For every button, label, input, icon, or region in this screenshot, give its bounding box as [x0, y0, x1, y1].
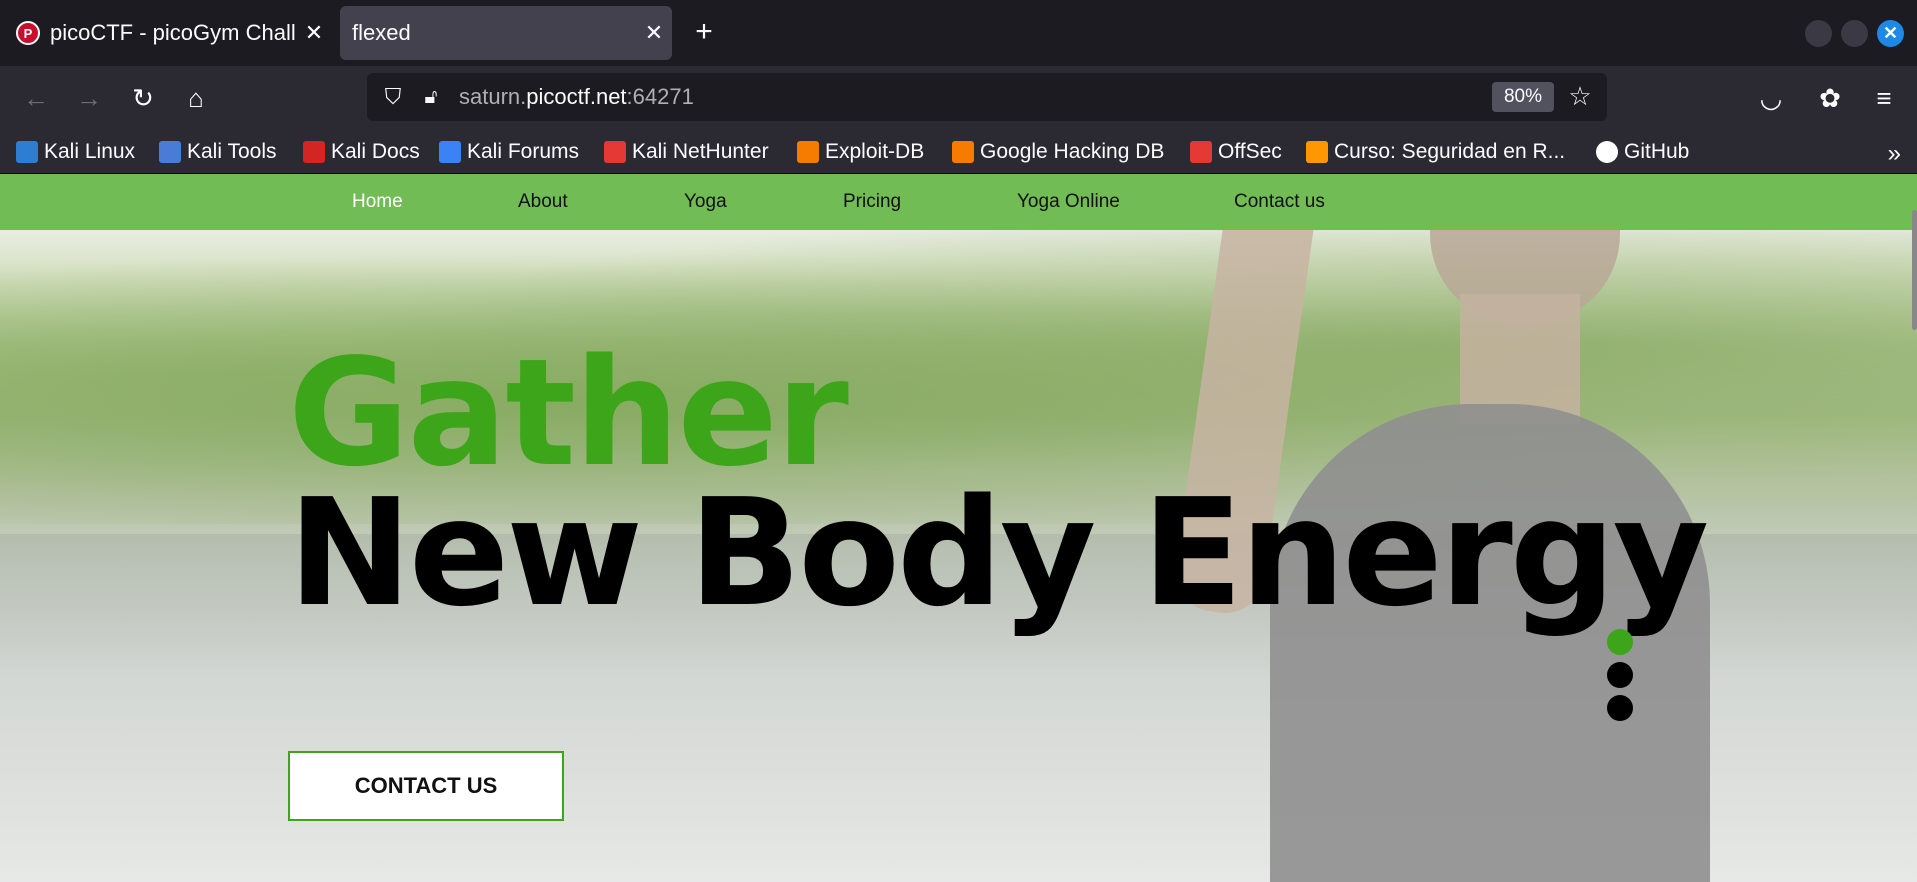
bookmark-kali-nethunter[interactable]: Kali NetHunter	[604, 136, 769, 168]
menu-icon[interactable]: ≡	[1866, 80, 1902, 116]
bookmark-label: Exploit-DB	[825, 140, 925, 163]
new-tab-button[interactable]: +	[686, 14, 722, 50]
tab-strip: P picoCTF - picoGym Chall ✕ flexed ✕ + ✕	[0, 0, 1917, 66]
extensions-icon[interactable]: ✿	[1812, 80, 1848, 116]
back-arrow-icon[interactable]: ←	[18, 80, 54, 116]
bookmark-label: Kali Forums	[467, 140, 580, 163]
bookmark-label: Kali NetHunter	[632, 140, 769, 163]
nav-home[interactable]: Home	[352, 191, 403, 213]
slider-dot-2[interactable]	[1607, 662, 1633, 688]
bookmark-kali-linux[interactable]: Kali Linux	[16, 136, 135, 168]
more-bookmarks-chevron-icon[interactable]: »	[1888, 140, 1901, 168]
zoom-level-badge[interactable]: 80%	[1492, 82, 1554, 112]
bookmark-label: Kali Tools	[187, 140, 277, 163]
close-window-button[interactable]: ✕	[1877, 20, 1904, 47]
google-hacking-db-icon	[952, 141, 974, 163]
tab-title: picoCTF - picoGym Chall	[50, 20, 296, 45]
nav-yoga-online[interactable]: Yoga Online	[1017, 191, 1120, 213]
kali-nethunter-icon	[604, 141, 626, 163]
minimize-window-button[interactable]	[1805, 20, 1832, 47]
nav-contact-us[interactable]: Contact us	[1234, 191, 1325, 213]
exploit-db-icon	[797, 141, 819, 163]
maximize-window-button[interactable]	[1841, 20, 1868, 47]
page-scrollbar[interactable]	[1912, 210, 1917, 330]
kali-tools-icon	[159, 141, 181, 163]
insecure-lock-icon[interactable]: 🔓︎	[415, 81, 447, 113]
bookmark-label: Curso: Seguridad en R...	[1334, 140, 1566, 163]
kali-docs-icon	[303, 141, 325, 163]
tab-title: flexed	[352, 20, 411, 45]
bookmark-label: OffSec	[1218, 140, 1282, 163]
bookmarks-toolbar: Kali Linux Kali Tools Kali Docs Kali For…	[0, 130, 1917, 174]
web-page: Home About Yoga Pricing Yoga Online Cont…	[0, 174, 1917, 882]
slider-dot-1[interactable]	[1607, 629, 1633, 655]
bookmark-offsec[interactable]: OffSec	[1190, 136, 1282, 168]
nav-pricing[interactable]: Pricing	[843, 191, 901, 213]
bookmark-curso-seguridad[interactable]: Curso: Seguridad en R...	[1306, 136, 1565, 168]
hero-headline-new-body-energy: New Body Energy	[288, 467, 1709, 639]
tracking-protection-shield-icon[interactable]: ⛉	[377, 81, 409, 113]
picoctf-favicon-icon: P	[16, 21, 40, 45]
nav-yoga[interactable]: Yoga	[684, 191, 727, 213]
bookmark-exploit-db[interactable]: Exploit-DB	[797, 136, 924, 168]
offsec-icon	[1190, 141, 1212, 163]
site-navigation: Home About Yoga Pricing Yoga Online Cont…	[0, 174, 1917, 230]
forward-arrow-icon[interactable]: →	[71, 80, 107, 116]
curso-icon	[1306, 141, 1328, 163]
hero-headline-gather: Gather	[288, 327, 849, 499]
browser-window: P picoCTF - picoGym Chall ✕ flexed ✕ + ✕…	[0, 0, 1917, 882]
bookmark-label: Kali Docs	[331, 140, 420, 163]
contact-us-button[interactable]: CONTACT US	[288, 751, 564, 821]
reload-icon[interactable]: ↻	[125, 80, 161, 116]
url-port: :64271	[626, 84, 694, 109]
tab-picoctf[interactable]: P picoCTF - picoGym Chall ✕	[6, 6, 332, 60]
kali-dragon-icon	[16, 141, 38, 163]
address-bar[interactable]: ⛉ 🔓︎ saturn.picoctf.net:64271 80% ☆	[367, 73, 1607, 121]
kali-forums-icon	[439, 141, 461, 163]
bookmark-github[interactable]: GitHub	[1596, 136, 1689, 168]
close-tab-icon[interactable]: ✕	[636, 20, 672, 46]
nav-about[interactable]: About	[518, 191, 568, 213]
bookmark-label: Kali Linux	[44, 140, 136, 163]
bookmark-label: Google Hacking DB	[980, 140, 1165, 163]
bookmark-kali-docs[interactable]: Kali Docs	[303, 136, 420, 168]
github-icon	[1596, 141, 1618, 163]
url-text[interactable]: saturn.picoctf.net:64271	[459, 84, 694, 110]
slider-dot-3[interactable]	[1607, 695, 1633, 721]
url-prefix: saturn.	[459, 84, 527, 109]
url-host: picoctf.net	[526, 84, 627, 109]
bookmark-label: GitHub	[1624, 140, 1690, 163]
bookmark-kali-tools[interactable]: Kali Tools	[159, 136, 277, 168]
bookmark-star-icon[interactable]: ☆	[1563, 79, 1597, 113]
home-icon[interactable]: ⌂	[178, 80, 214, 116]
tab-flexed[interactable]: flexed ✕	[340, 6, 672, 60]
close-tab-icon[interactable]: ✕	[296, 20, 332, 46]
bookmark-kali-forums[interactable]: Kali Forums	[439, 136, 579, 168]
pocket-icon[interactable]: ◡	[1753, 80, 1789, 116]
bookmark-google-hacking-db[interactable]: Google Hacking DB	[952, 136, 1164, 168]
